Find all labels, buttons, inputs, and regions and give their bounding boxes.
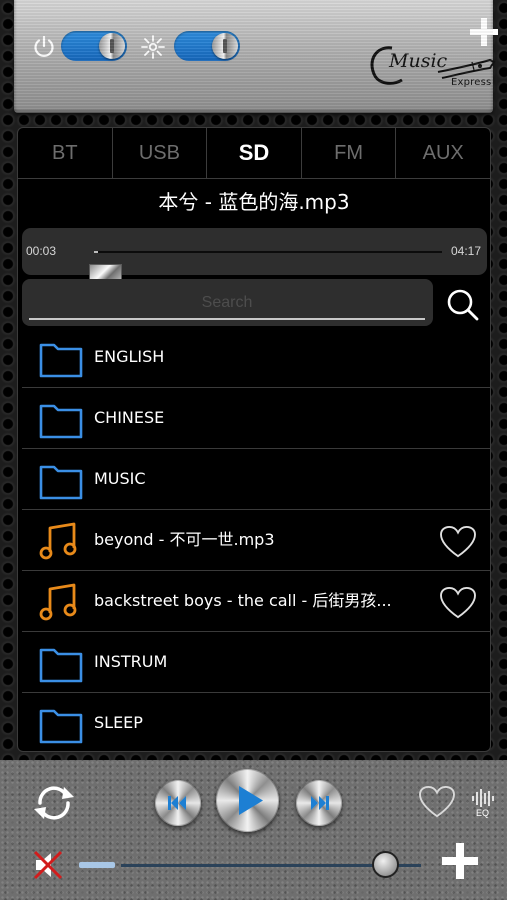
tab-usb[interactable]: USB — [113, 128, 208, 178]
file-name: MUSIC — [94, 469, 146, 488]
song-item[interactable]: backstreet boys - the call - 后街男孩... — [22, 571, 490, 632]
skip-previous-icon — [168, 796, 186, 810]
folder-item[interactable]: SLEEP — [22, 693, 490, 751]
eq-label: EQ — [476, 808, 490, 818]
file-name: CHINESE — [94, 408, 165, 427]
time-current: 00:03 — [26, 244, 57, 258]
source-tabs: BT USB SD FM AUX — [18, 128, 490, 179]
power-icon — [34, 35, 54, 57]
tab-sd[interactable]: SD — [207, 128, 302, 178]
search-box — [22, 279, 433, 326]
power-toggle[interactable] — [61, 31, 127, 61]
folder-item[interactable]: MUSIC — [22, 449, 490, 510]
tab-aux[interactable]: AUX — [396, 128, 490, 178]
file-name: INSTRUM — [94, 652, 168, 671]
play-button[interactable] — [216, 769, 279, 832]
play-icon — [239, 786, 263, 815]
previous-button[interactable] — [155, 780, 201, 826]
progress-track[interactable] — [89, 251, 442, 286]
heart-icon[interactable] — [438, 525, 478, 559]
repeat-icon[interactable] — [30, 781, 78, 825]
volume-min-bar — [79, 862, 115, 868]
folder-icon — [39, 343, 83, 378]
search-input[interactable] — [29, 287, 425, 320]
volume-up-icon[interactable] — [441, 842, 479, 880]
time-total: 04:17 — [450, 244, 481, 258]
tab-bt[interactable]: BT — [18, 128, 113, 178]
search-icon[interactable] — [446, 288, 480, 322]
progress-bar: 00:03 04:17 — [22, 228, 487, 286]
folder-item[interactable]: INSTRUM — [22, 632, 490, 693]
music-express-logo: Music Express — [368, 40, 498, 92]
song-item[interactable]: beyond - 不可一世.mp3 — [22, 510, 490, 571]
toggle-knob — [99, 33, 125, 59]
progress-fill — [94, 251, 99, 253]
folder-icon — [39, 404, 83, 439]
skip-next-icon — [311, 796, 329, 810]
toggle-knob — [212, 33, 238, 59]
main-panel: BT USB SD FM AUX 本兮 - 蓝色的海.mp3 00:03 04:… — [17, 127, 491, 752]
folder-icon — [39, 648, 83, 683]
track-title: 本兮 - 蓝色的海.mp3 — [158, 190, 350, 214]
mute-icon[interactable] — [33, 848, 65, 882]
top-header: Music Express — [14, 0, 498, 113]
file-list: ENGLISH CHINESE MUSIC beyond - 不可一世.mp3 back… — [18, 327, 490, 751]
folder-item[interactable]: ENGLISH — [22, 327, 490, 388]
heart-icon[interactable] — [438, 586, 478, 620]
file-name: SLEEP — [94, 713, 143, 732]
eq-button[interactable]: EQ — [470, 787, 496, 821]
folder-icon — [39, 465, 83, 500]
bottom-controls: EQ — [0, 760, 507, 900]
folder-item[interactable]: CHINESE — [22, 388, 490, 449]
file-name: ENGLISH — [94, 347, 165, 366]
file-name: backstreet boys - the call - 后街男孩... — [94, 591, 392, 610]
light-toggle[interactable] — [174, 31, 240, 61]
volume-slider[interactable] — [79, 849, 429, 879]
brightness-icon — [141, 35, 165, 59]
folder-icon — [39, 709, 83, 744]
music-note-icon — [39, 522, 77, 560]
equalizer-icon — [472, 789, 494, 807]
tab-fm[interactable]: FM — [302, 128, 397, 178]
music-note-icon — [39, 583, 77, 621]
logo-script: Music — [389, 50, 448, 72]
volume-knob[interactable] — [372, 851, 399, 878]
heart-icon[interactable] — [418, 785, 456, 819]
next-button[interactable] — [296, 780, 342, 826]
file-name: beyond - 不可一世.mp3 — [94, 530, 275, 549]
logo-subtitle: Express — [451, 77, 492, 88]
